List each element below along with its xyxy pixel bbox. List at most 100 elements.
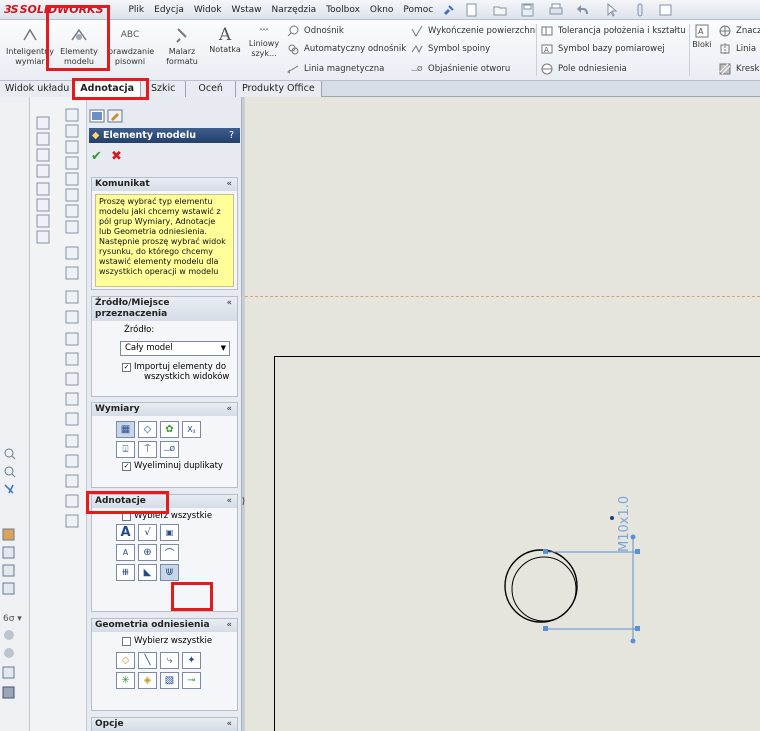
note-button[interactable]: A Notatka <box>205 22 245 78</box>
logo-solid: SOLID <box>19 3 58 16</box>
hatch-button[interactable]: Kresk <box>718 61 759 77</box>
solidworks-logo[interactable]: 3S SOLID WORKS <box>0 0 110 20</box>
magnetic-line-button[interactable]: Linia magnetyczna <box>286 61 384 77</box>
pm-header-tabs[interactable] <box>87 97 242 127</box>
tab-szkic[interactable]: Szkic <box>141 81 187 97</box>
linear-pattern-button[interactable]: ᴬᴬᴬ Liniowy szyk... <box>246 22 282 78</box>
select-all-geometry-checkbox[interactable]: Wybierz wszystkie <box>92 636 237 646</box>
datum-feature-annotation-icon[interactable]: A <box>116 544 135 561</box>
centerline-button[interactable]: Linia <box>718 41 756 57</box>
geometric-tolerance-icon <box>540 25 554 37</box>
import-all-views-checkbox-box: ✓ <box>122 363 131 372</box>
tab-widok-ukladu[interactable]: Widok układu <box>0 81 75 97</box>
sketch-toolbar <box>30 97 87 731</box>
menu-edycja[interactable]: Edycja <box>149 0 189 20</box>
message-header[interactable]: Komunikat « <box>92 178 237 191</box>
auto-balloon-button[interactable]: Automatyczny odnośnik <box>286 41 406 57</box>
eliminate-duplicates-checkbox[interactable]: ✓ Wyeliminuj duplikaty <box>92 461 237 471</box>
center-of-mass-icon[interactable]: ✳ <box>116 672 135 689</box>
save-icon[interactable] <box>520 3 536 17</box>
menu-plik[interactable]: Plik <box>124 0 150 20</box>
select-all-annotations-checkbox[interactable]: Wybierz wszystkie <box>92 511 237 521</box>
hole-wizard-profile-icon[interactable]: ⍗ <box>116 441 135 458</box>
tab-ocen[interactable]: Oceń <box>186 81 236 97</box>
import-all-views-checkbox[interactable]: ✓ Importuj elementy do wszystkich widokó… <box>92 362 237 382</box>
dimension-drag-point[interactable] <box>610 516 614 520</box>
hole-callout-dim-icon[interactable]: ⌴Ø <box>160 441 179 458</box>
connection-point-icon[interactable]: ⊸ <box>182 672 201 689</box>
menu-wstaw[interactable]: Wstaw <box>226 0 266 20</box>
dimensions-header[interactable]: Wymiary « <box>92 403 237 416</box>
new-file-icon[interactable] <box>464 3 480 17</box>
grip-handle[interactable] <box>543 626 548 631</box>
spell-check-button[interactable]: ABC prawdzanie pisowni <box>108 22 154 78</box>
undo-icon[interactable] <box>576 3 592 17</box>
rebuild-icon[interactable] <box>632 3 648 17</box>
pin-icon[interactable] <box>440 3 456 17</box>
menu-narzedzia[interactable]: Narzędzia <box>266 0 321 20</box>
cosmetic-thread-selected-icon[interactable]: ⋓ <box>160 564 179 581</box>
reference-geometry-header[interactable]: Geometria odniesienia « <box>92 619 237 632</box>
cancel-button[interactable]: ✖ <box>111 149 122 164</box>
open-file-icon[interactable] <box>492 3 508 17</box>
tab-adnotacja[interactable]: Adnotacja <box>74 81 141 97</box>
marked-for-drawing-icon[interactable]: ▦ <box>116 421 135 438</box>
not-marked-dimension-icon[interactable]: ◇ <box>138 421 157 438</box>
drawing-canvas[interactable]: M10x1.0 <box>245 97 760 731</box>
drawing-view[interactable]: M10x1.0 <box>245 97 760 731</box>
origin-icon[interactable]: ⤷ <box>160 652 179 669</box>
plane-icon[interactable]: ◇ <box>116 652 135 669</box>
cosmetic-thread-annotation-icon[interactable]: ⧻ <box>116 564 135 581</box>
ok-button[interactable]: ✔ <box>91 149 102 164</box>
source-select[interactable]: Cały model ▼ <box>120 341 230 356</box>
note-annotation-icon[interactable]: A <box>116 524 135 541</box>
select-icon[interactable] <box>604 2 620 17</box>
grip-handle[interactable] <box>635 626 640 631</box>
grip-handle[interactable] <box>543 549 548 554</box>
hole-circle[interactable] <box>504 549 578 623</box>
datum-target-annotation-icon[interactable]: ⊕ <box>138 544 157 561</box>
surface-icon[interactable]: ◈ <box>138 672 157 689</box>
surface-finish-annotation-icon[interactable]: √ <box>138 524 157 541</box>
menu-pomoc[interactable]: Pomoc <box>398 0 438 20</box>
arrow-point[interactable] <box>630 638 636 644</box>
format-painter-button[interactable]: Malarz formatu <box>162 22 202 78</box>
geometric-tolerance-annotation-icon[interactable]: ▣ <box>160 524 179 541</box>
source-destination-header[interactable]: Źródło/Miejsce przeznaczenia « <box>92 297 237 321</box>
tolerance-dimension-icon[interactable]: Xᵪ <box>182 421 201 438</box>
annotations-header[interactable]: Adnotacje « <box>92 495 237 508</box>
dimension-text[interactable]: M10x1.0 <box>617 496 632 552</box>
weld-symbol-button[interactable]: Symbol spoiny <box>410 41 490 57</box>
smart-dimension-button[interactable]: Inteligentny wymiar <box>2 22 58 78</box>
options-icon[interactable] <box>658 3 674 17</box>
tab-produkty-office[interactable]: Produkty Office <box>235 81 322 97</box>
model-items-button[interactable]: Elementy modelu <box>56 22 102 78</box>
surface-finish-button[interactable]: Wykończenie powierzchni <box>410 23 537 39</box>
view-toolbar-icons[interactable]: 6σ ▾ <box>0 97 30 731</box>
caterpillar-annotation-icon[interactable]: ◣ <box>138 564 157 581</box>
menu-toolbox[interactable]: Toolbox <box>321 0 365 20</box>
print-icon[interactable] <box>548 3 564 17</box>
menu-okno[interactable]: Okno <box>365 0 399 20</box>
balloon-button[interactable]: Odnośnik <box>286 23 344 39</box>
hole-wizard-location-icon[interactable]: ⍑ <box>138 441 157 458</box>
grip-handle[interactable] <box>635 549 640 554</box>
model-items-label-1: Elementy <box>60 47 98 56</box>
datum-feature-button[interactable]: A Symbol bazy pomiarowej <box>540 41 665 57</box>
axis-icon[interactable]: ╲ <box>138 652 157 669</box>
curve-icon[interactable]: ▧ <box>160 672 179 689</box>
instance-count-icon[interactable]: ✿ <box>160 421 179 438</box>
spell-check-icon: ABC <box>120 30 140 40</box>
help-button[interactable]: ? <box>229 128 234 143</box>
center-mark-button[interactable]: Znacz <box>718 23 760 39</box>
point-icon[interactable]: ✦ <box>182 652 201 669</box>
menu-widok[interactable]: Widok <box>189 0 227 20</box>
hole-callout-button[interactable]: ⌴Ø Objaśnienie otworu <box>410 61 510 77</box>
datum-target-button[interactable]: Pole odniesienia <box>540 61 627 77</box>
options-header[interactable]: Opcje « <box>92 718 237 731</box>
blocks-button[interactable]: A Bloki <box>690 22 714 78</box>
geometric-tolerance-button[interactable]: Tolerancja położenia i kształtu <box>540 23 686 39</box>
sketch-toolbar-icons[interactable] <box>30 97 87 731</box>
model-items-icon <box>56 25 102 45</box>
weld-symbol-annotation-icon[interactable]: ⌒ <box>160 544 179 561</box>
